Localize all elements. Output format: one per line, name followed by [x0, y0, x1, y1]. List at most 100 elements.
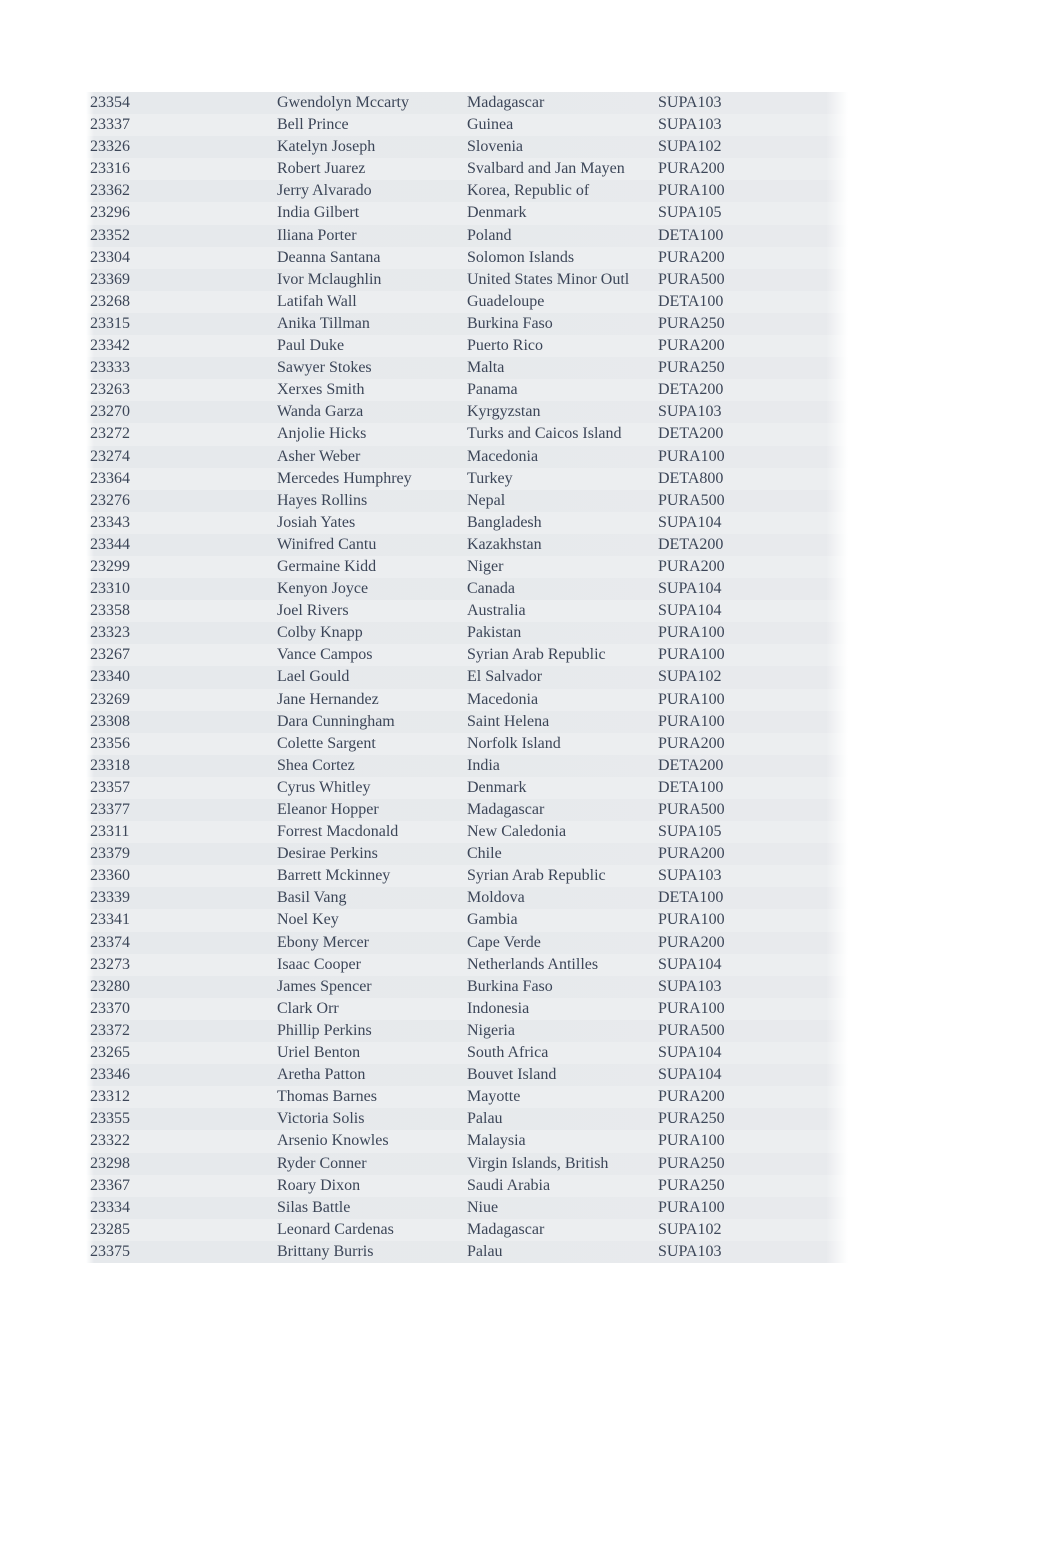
cell-country: Macedonia — [467, 447, 539, 465]
cell-name: Vance Campos — [277, 646, 373, 664]
cell-code: PURA100 — [658, 1198, 725, 1216]
cell-country: Kazakhstan — [467, 535, 542, 553]
cell-country: Puerto Rico — [467, 337, 543, 355]
cell-id: 23341 — [90, 911, 130, 929]
cell-name: Jane Hernandez — [277, 690, 379, 708]
cell-id: 23355 — [90, 1110, 130, 1128]
cell-id: 23354 — [90, 94, 130, 111]
cell-code: PURA500 — [658, 801, 725, 818]
table-row: 23364 Mercedes Humphrey Turkey DETA800 — [86, 467, 848, 490]
table-row: 23333 Sawyer Stokes Malta PURA250 — [86, 357, 848, 380]
cell-code: PURA100 — [658, 999, 725, 1017]
table-row: 23323 Colby Knapp Pakistan PURA100 — [86, 622, 848, 645]
cell-country: Slovenia — [467, 138, 523, 156]
cell-name: Kenyon Joyce — [277, 580, 369, 598]
cell-code: PURA100 — [658, 911, 725, 929]
cell-name: Victoria Solis — [277, 1110, 365, 1128]
table-row: 23342 Paul Duke Puerto Rico PURA200 — [86, 335, 848, 358]
table-row: 23265 Uriel Benton South Africa SUPA104 — [86, 1042, 848, 1065]
cell-country: Niger — [467, 557, 504, 575]
table-row: 23285 Leonard Cardenas Madagascar SUPA102 — [86, 1218, 848, 1241]
cell-name: Paul Duke — [277, 337, 345, 355]
cell-id: 23364 — [90, 469, 130, 487]
table-row: 23341 Noel Key Gambia PURA100 — [86, 909, 848, 932]
cell-code: PURA100 — [658, 690, 725, 708]
table-row: 23270 Wanda Garza Kyrgyzstan SUPA103 — [86, 401, 848, 424]
cell-name: Germaine Kidd — [277, 557, 377, 575]
cell-code: DETA200 — [658, 425, 724, 443]
cell-code: SUPA104 — [658, 602, 722, 620]
cell-country: Canada — [467, 580, 515, 598]
cell-code: PURA500 — [658, 1021, 725, 1039]
cell-name: Ivor Mclaughlin — [277, 270, 382, 288]
cell-id: 23299 — [90, 557, 130, 575]
cell-code: PURA500 — [658, 491, 725, 509]
cell-name: Aretha Patton — [277, 1066, 366, 1084]
table-row: 23375 Brittany Burris Palau SUPA103 — [86, 1240, 848, 1263]
table-row: 23263 Xerxes Smith Panama DETA200 — [86, 379, 848, 402]
cell-country: India — [467, 756, 500, 774]
cell-code: SUPA103 — [658, 94, 722, 111]
cell-name: Lael Gould — [277, 668, 350, 686]
cell-code: SUPA104 — [658, 1044, 722, 1062]
cell-id: 23379 — [90, 845, 130, 863]
table-row: 23276 Hayes Rollins Nepal PURA500 — [86, 489, 848, 512]
cell-id: 23377 — [90, 801, 130, 818]
cell-id: 23316 — [90, 160, 130, 178]
cell-name: Hayes Rollins — [277, 491, 368, 509]
cell-country: Solomon Islands — [467, 248, 575, 266]
table-row: 23346 Aretha Patton Bouvet Island SUPA104 — [86, 1064, 848, 1087]
table-row: 23370 Clark Orr Indonesia PURA100 — [86, 997, 848, 1020]
cell-code: DETA800 — [658, 469, 724, 487]
cell-id: 23311 — [90, 823, 130, 841]
cell-country: Palau — [467, 1242, 503, 1260]
cell-id: 23298 — [90, 1154, 130, 1172]
cell-name: Bell Prince — [277, 116, 349, 134]
cell-country: Australia — [467, 602, 526, 620]
cell-id: 23334 — [90, 1198, 130, 1216]
cell-name: Wanda Garza — [277, 403, 364, 421]
cell-name: Xerxes Smith — [277, 381, 365, 399]
cell-code: SUPA104 — [658, 955, 722, 973]
cell-id: 23360 — [90, 867, 130, 885]
cell-id: 23356 — [90, 734, 130, 752]
cell-id: 23268 — [90, 292, 130, 310]
table-row: 23267 Vance Campos Syrian Arab Republic PUR… — [86, 644, 848, 667]
cell-code: PURA100 — [658, 1132, 725, 1150]
cell-code: PURA250 — [658, 359, 725, 377]
cell-id: 23352 — [90, 226, 130, 244]
cell-code: SUPA103 — [658, 403, 722, 421]
cell-code: PURA100 — [658, 624, 725, 642]
cell-name: Thomas Barnes — [277, 1088, 377, 1106]
cell-country: Madagascar — [467, 1220, 545, 1238]
cell-code: PURA200 — [658, 160, 725, 178]
cell-code: SUPA103 — [658, 977, 722, 995]
cell-name: Sawyer Stokes — [277, 359, 372, 377]
cell-code: PURA100 — [658, 447, 725, 465]
table-row: 23318 Shea Cortez India DETA200 — [86, 754, 848, 777]
cell-country: Turks and Caicos Island — [467, 425, 622, 443]
cell-name: Clark Orr — [277, 999, 339, 1017]
cell-country: Poland — [467, 226, 512, 244]
table-row: 23367 Roary Dixon Saudi Arabia PURA250 — [86, 1174, 848, 1197]
cell-name: Ebony Mercer — [277, 933, 369, 951]
cell-code: SUPA102 — [658, 668, 722, 686]
cell-code: PURA100 — [658, 712, 725, 730]
cell-name: Forrest Macdonald — [277, 823, 399, 841]
cell-code: SUPA102 — [658, 138, 722, 156]
cell-name: Dara Cunningham — [277, 712, 395, 730]
cell-id: 23372 — [90, 1021, 130, 1039]
cell-id: 23310 — [90, 580, 130, 598]
cell-code: PURA200 — [658, 933, 725, 951]
cell-country: Mayotte — [467, 1088, 521, 1106]
cell-name: Leonard Cardenas — [277, 1220, 394, 1238]
cell-country: Panama — [467, 381, 518, 399]
cell-country: Turkey — [467, 469, 513, 487]
cell-country: Bouvet Island — [467, 1066, 557, 1084]
table-row: 23268 Latifah Wall Guadeloupe DETA100 — [86, 290, 848, 313]
cell-code: PURA200 — [658, 1088, 725, 1106]
table-row: 23322 Arsenio Knowles Malaysia PURA100 — [86, 1130, 848, 1153]
cell-code: PURA200 — [658, 557, 725, 575]
cell-id: 23339 — [90, 889, 130, 907]
cell-country: Saint Helena — [467, 712, 550, 730]
